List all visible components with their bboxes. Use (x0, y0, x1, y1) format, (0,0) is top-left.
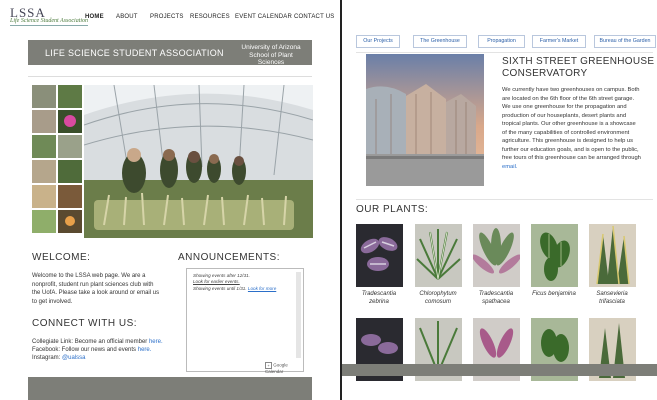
greenhouse-page: Our Projects The Greenhouse Propagation … (342, 0, 657, 400)
plant-photo-tradescantia-zebrina[interactable] (356, 224, 403, 287)
tab-bureau-of-the-garden[interactable]: Bureau of the Garden (594, 35, 656, 48)
greenhouse-title-line2: CONSERVATORY (502, 68, 588, 79)
plant-name-4: Ficus benjamina (532, 291, 576, 297)
more-events-link[interactable]: Look for more (248, 286, 276, 291)
lssa-home-page: LSSA Life Science Student Association HO… (0, 0, 340, 400)
tab-our-projects[interactable]: Our Projects (356, 35, 400, 48)
tab-propagation[interactable]: Propagation (478, 35, 525, 48)
thumbnail-grid[interactable] (32, 85, 84, 238)
nav-contact-us[interactable]: CONTACT US (294, 14, 334, 20)
footer-bar (342, 364, 657, 376)
plant-photo-sansevieria-trifasciata[interactable] (589, 224, 636, 287)
connect-instagram: Instagram: @ualssa (32, 355, 86, 361)
instagram-link[interactable]: @ualssa (62, 355, 85, 361)
facebook-link[interactable]: here. (138, 347, 152, 353)
plant-photo-tradescantia-spathacea[interactable] (473, 224, 520, 287)
greenhouse-description: We currently have two greenhouses on cam… (502, 87, 641, 170)
site-logo-subtitle[interactable]: Life Science Student Association (10, 18, 89, 26)
plant-name-2: Chlorophytum comosum (419, 291, 457, 305)
nav-projects[interactable]: PROJECTS (150, 14, 184, 20)
footer-bar (28, 377, 312, 400)
divider (356, 199, 653, 200)
tab-the-greenhouse[interactable]: The Greenhouse (413, 35, 467, 48)
banner-school: School of Plant Sciences (249, 52, 293, 66)
plant-name-3: Tradescantia spathacea (478, 291, 514, 305)
email-link[interactable]: email. (502, 164, 517, 170)
plant-name-5: Sansevieria trifasciata (596, 291, 628, 305)
nav-event-calendar[interactable]: EVENT CALENDAR (235, 14, 292, 20)
plant-photo-chlorophytum-comosum[interactable] (415, 224, 462, 287)
calendar-scrollbar[interactable] (296, 272, 301, 358)
thumbnail-gallery (32, 85, 84, 243)
tab-farmers-market[interactable]: Farmer's Market (532, 35, 586, 48)
announcements-heading: ANNOUNCEMENTS: (178, 252, 281, 263)
welcome-heading: WELCOME: (32, 252, 91, 263)
plus-icon: + (265, 362, 272, 369)
connect-heading: CONNECT WITH US: (32, 318, 138, 329)
banner-university: University of Arizona (241, 44, 301, 51)
divider (356, 52, 653, 53)
nav-resources[interactable]: RESOURCES (190, 14, 230, 20)
google-calendar-badge[interactable]: + Google Calendar (265, 362, 303, 374)
nav-about[interactable]: ABOUT (116, 14, 138, 20)
calendar-status-until: Showing events until 1/31. Look for more (193, 286, 277, 291)
google-calendar-widget: Showing events after 12/31. Look for ear… (186, 268, 304, 374)
collegiate-link[interactable]: here. (149, 339, 163, 345)
nav-home[interactable]: HOME (85, 14, 104, 20)
calendar-status-after: Showing events after 12/31. (193, 273, 250, 278)
earlier-events-link[interactable]: Look for earlier events. (193, 279, 240, 284)
greenhouse-title-line1: SIXTH STREET GREENHOUSE (502, 56, 655, 67)
header-banner: LIFE SCIENCE STUDENT ASSOCIATION Univers… (28, 40, 312, 66)
plant-photo-ficus-benjamina[interactable] (531, 224, 578, 287)
greenhouse-photo (366, 54, 484, 186)
welcome-text: Welcome to the LSSA web page. We are a n… (32, 273, 160, 305)
hero-greenhouse-photo (84, 85, 313, 238)
banner-title: LIFE SCIENCE STUDENT ASSOCIATION (45, 48, 224, 58)
plant-name-1: Tradescantia zebrina (361, 291, 397, 305)
divider (28, 76, 312, 77)
plants-heading: OUR PLANTS: (356, 204, 429, 215)
calendar-agenda: Showing events after 12/31. Look for ear… (191, 272, 291, 362)
